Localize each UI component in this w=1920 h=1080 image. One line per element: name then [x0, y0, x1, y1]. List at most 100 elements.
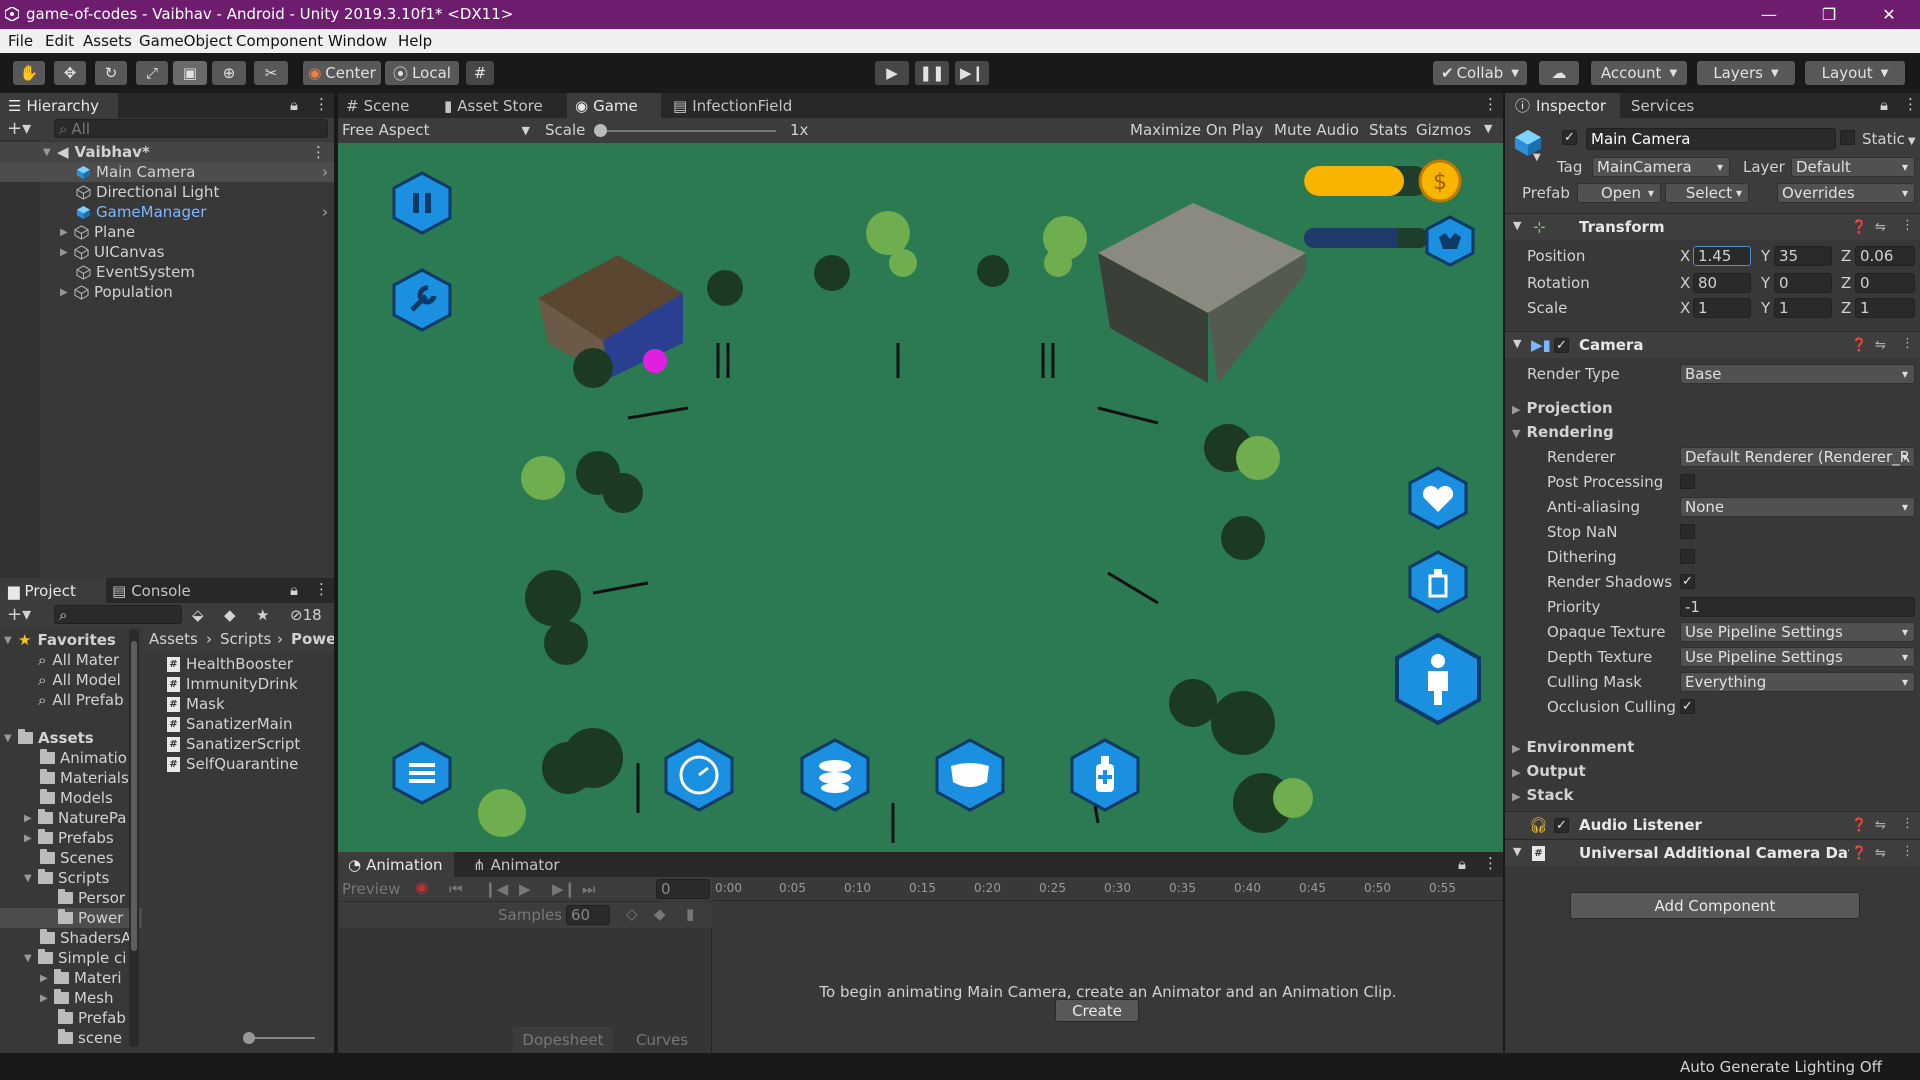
preset-icon[interactable]: ⇋: [1875, 818, 1886, 833]
culling-mask-dropdown[interactable]: Everything: [1680, 672, 1915, 692]
projection-foldout[interactable]: ▶ Projection: [1512, 399, 1613, 417]
star-icon[interactable]: ★: [256, 606, 269, 624]
tab-animation[interactable]: ◔ Animation: [338, 852, 454, 877]
favorites-row[interactable]: ▼ ★ Favorites: [4, 630, 116, 650]
menu-assets[interactable]: Assets: [83, 32, 132, 50]
health-booster-button[interactable]: [800, 738, 870, 812]
kebab-menu-icon[interactable]: ⋮: [1483, 854, 1498, 872]
scale-slider-handle[interactable]: [594, 124, 607, 137]
expand-arrow-icon[interactable]: ▼: [24, 953, 38, 964]
depth-texture-dropdown[interactable]: Use Pipeline Settings: [1680, 647, 1915, 667]
folder-row[interactable]: ShadersA: [40, 928, 131, 948]
kebab-menu-icon[interactable]: ⋮: [1483, 95, 1498, 113]
stack-foldout[interactable]: ▶ Stack: [1512, 786, 1573, 804]
stats-toggle[interactable]: Stats: [1369, 121, 1407, 139]
create-plus-button[interactable]: +▾: [7, 118, 31, 139]
collapse-arrow-icon[interactable]: ▼: [1513, 845, 1521, 858]
gameobject-name-input[interactable]: Main Camera: [1586, 128, 1836, 150]
expand-arrow-icon[interactable]: ▶: [40, 973, 54, 984]
custom-tool-button[interactable]: ✂: [254, 61, 288, 85]
scale-z-input[interactable]: 1: [1855, 298, 1915, 318]
active-checkbox[interactable]: ✓: [1562, 130, 1577, 145]
folder-row[interactable]: Prefab: [58, 1008, 126, 1028]
prefab-overrides-dropdown[interactable]: Overrides: [1777, 183, 1915, 203]
rotation-x-input[interactable]: 80: [1693, 273, 1751, 293]
occlusion-culling-checkbox[interactable]: ✓: [1680, 699, 1695, 714]
lock-icon[interactable]: 🔒︎: [290, 581, 298, 599]
hierarchy-item-directional-light[interactable]: Directional Light: [76, 182, 219, 202]
tab-project[interactable]: ▆ Project: [0, 578, 106, 603]
expand-arrow-icon[interactable]: ▶: [1512, 403, 1520, 416]
position-y-input[interactable]: 35: [1774, 246, 1832, 266]
pause-button[interactable]: ❚❚: [915, 61, 949, 85]
label-icon[interactable]: ◆: [224, 606, 236, 624]
sanitizer-button[interactable]: [1070, 738, 1140, 812]
frame-input[interactable]: 0: [656, 879, 710, 899]
hierarchy-item-population[interactable]: ▶ Population: [60, 282, 173, 302]
hierarchy-search-input[interactable]: ⌕ All: [54, 119, 328, 138]
collapse-arrow-icon[interactable]: ▼: [1512, 427, 1520, 440]
renderer-dropdown[interactable]: Default Renderer (Renderer_R: [1680, 447, 1915, 467]
folder-row[interactable]: ▼ Scripts: [24, 868, 109, 888]
favorite-item[interactable]: ⌕ All Model: [38, 670, 121, 690]
cloud-button[interactable]: ☁: [1539, 61, 1579, 85]
expand-arrow-icon[interactable]: ▶: [1512, 742, 1520, 755]
folder-row[interactable]: ▶ Mesh: [40, 988, 114, 1008]
grid-snap-button[interactable]: #: [466, 61, 494, 85]
lock-icon[interactable]: 🔒︎: [1880, 96, 1888, 114]
layers-dropdown[interactable]: Layers ▼: [1697, 61, 1795, 85]
position-x-input[interactable]: 1.45: [1693, 246, 1751, 266]
collab-dropdown[interactable]: ✔ Collab ▼: [1433, 61, 1527, 85]
preview-toggle[interactable]: Preview: [342, 880, 400, 898]
samples-input[interactable]: 60: [566, 905, 610, 925]
scale-slider[interactable]: [594, 124, 776, 137]
tab-scene[interactable]: # Scene: [346, 93, 431, 118]
rendering-foldout[interactable]: ▼ Rendering: [1512, 423, 1614, 441]
slider-handle[interactable]: [243, 1032, 255, 1044]
project-search-input[interactable]: ⌕: [54, 605, 182, 624]
scale-y-input[interactable]: 1: [1774, 298, 1832, 318]
urp-camera-data-header[interactable]: ▼ # Universal Additional Camera Data ( ❓…: [1505, 839, 1920, 866]
preset-icon[interactable]: ⇋: [1875, 220, 1886, 235]
breadcrumb-current[interactable]: Powe: [291, 630, 334, 648]
position-z-input[interactable]: 0.06: [1855, 246, 1915, 266]
collapse-arrow-icon[interactable]: ▼: [1513, 219, 1521, 232]
expand-arrow-icon[interactable]: ▼: [4, 733, 18, 744]
output-foldout[interactable]: ▶ Output: [1512, 762, 1586, 780]
event-marker-icon[interactable]: ▮: [686, 905, 694, 923]
preset-icon[interactable]: ⇋: [1875, 338, 1886, 353]
first-key-icon[interactable]: ⏮: [449, 880, 463, 898]
tab-inspector[interactable]: ⓘ Inspector: [1505, 93, 1620, 118]
add-keyframe-icon[interactable]: ◇: [626, 905, 638, 923]
breadcrumb-item[interactable]: Assets: [149, 630, 198, 648]
component-menu-icon[interactable]: ⋮: [1901, 336, 1914, 351]
component-menu-icon[interactable]: ⋮: [1901, 218, 1914, 233]
close-button[interactable]: ✕: [1860, 0, 1918, 29]
kebab-menu-icon[interactable]: ⋮: [314, 580, 329, 598]
script-file[interactable]: # SelfQuarantine: [167, 754, 298, 774]
menu-edit[interactable]: Edit: [45, 32, 74, 50]
next-key-icon[interactable]: ▶❙: [552, 880, 576, 898]
folder-row[interactable]: ▶ NaturePa: [24, 808, 126, 828]
chevron-right-icon[interactable]: ›: [322, 203, 328, 221]
help-icon[interactable]: ❓: [1851, 818, 1867, 833]
hierarchy-item-uicanvas[interactable]: ▶ UICanvas: [60, 242, 164, 262]
game-view[interactable]: $: [338, 143, 1503, 852]
tag-dropdown[interactable]: MainCamera: [1592, 157, 1730, 177]
hierarchy-item-main-camera[interactable]: Main Camera ›: [0, 162, 334, 182]
dopesheet-tab[interactable]: Dopesheet: [513, 1027, 613, 1053]
expand-arrow-icon[interactable]: ▶: [40, 993, 54, 1004]
transform-header[interactable]: ▼ ⊹ Transform ❓ ⇋ ⋮: [1505, 213, 1920, 240]
script-file[interactable]: # ImmunityDrink: [167, 674, 298, 694]
folder-row[interactable]: Materials: [40, 768, 129, 788]
prev-key-icon[interactable]: ❙◀: [484, 880, 508, 898]
expand-arrow-icon[interactable]: ▼: [43, 147, 57, 158]
expand-arrow-icon[interactable]: ▼: [4, 635, 18, 646]
immunity-timer-button[interactable]: [664, 738, 734, 812]
hierarchy-item-plane[interactable]: ▶ Plane: [60, 222, 135, 242]
layout-dropdown[interactable]: Layout ▼: [1805, 61, 1905, 85]
pause-game-button[interactable]: [392, 171, 452, 235]
expand-arrow-icon[interactable]: ▶: [1512, 790, 1520, 803]
lock-icon[interactable]: 🔒︎: [290, 96, 298, 114]
mute-audio-toggle[interactable]: Mute Audio: [1274, 121, 1359, 139]
